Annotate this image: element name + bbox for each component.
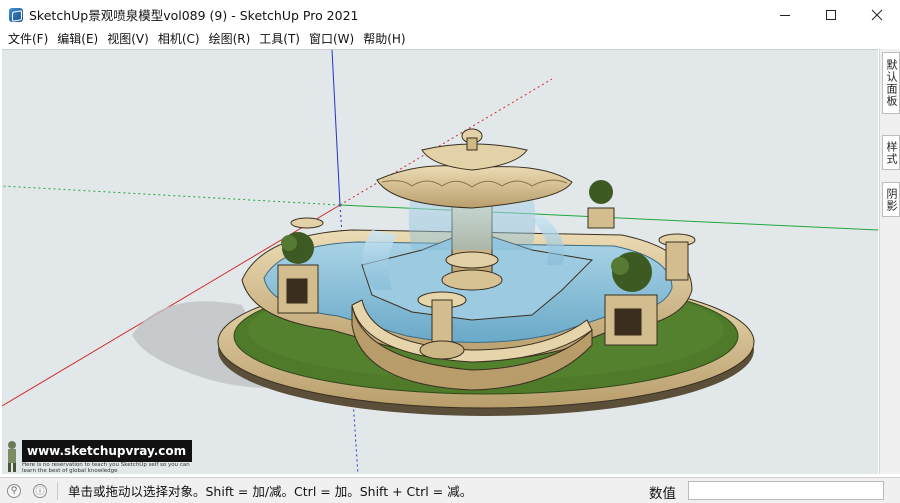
- menu-file[interactable]: 文件(F): [4, 30, 52, 47]
- tray-tab-shadows[interactable]: 阴影: [882, 182, 900, 217]
- status-divider: [57, 481, 58, 500]
- model-viewport[interactable]: [2, 49, 878, 474]
- info-icon[interactable]: ⓘ: [33, 483, 47, 498]
- front-pedestal: [419, 340, 465, 360]
- menu-help[interactable]: 帮助(H): [359, 30, 409, 47]
- geolocation-icon[interactable]: ⚲: [7, 483, 21, 498]
- status-hint: 单击或拖动以选择对象。Shift = 加/减。Ctrl = 加。Shift + …: [68, 484, 473, 499]
- watermark-site: www.sketchupvray.com: [22, 440, 192, 462]
- watermark-tagline: Here is no reservation to teach you Sket…: [22, 462, 190, 474]
- close-button[interactable]: [854, 0, 900, 29]
- menu-draw[interactable]: 绘图(R): [205, 30, 255, 47]
- right-planter-panel: [613, 307, 643, 337]
- maximize-button[interactable]: [808, 0, 854, 29]
- tray-tab-default-label: 默认面板: [885, 59, 898, 107]
- sketchup-logo-icon: [9, 7, 23, 22]
- tray-tab-styles[interactable]: 样式: [882, 135, 900, 170]
- left-planter-panel: [285, 277, 309, 305]
- fountain-model-scene: [2, 50, 878, 474]
- maximize-icon: [826, 9, 836, 20]
- menu-tools[interactable]: 工具(T): [255, 30, 304, 47]
- axis-blue: [331, 50, 341, 206]
- lower-tier: [376, 165, 573, 209]
- tray-tab-styles-label: 样式: [885, 140, 898, 165]
- left-urn: [290, 217, 324, 229]
- tray-tab-default[interactable]: 默认面板: [882, 52, 900, 114]
- left-shrub-2: [281, 235, 297, 251]
- tray-tab-shadows-label: 阴影: [885, 187, 898, 212]
- measurements-input[interactable]: [688, 481, 884, 500]
- window-controls: [762, 0, 900, 29]
- top-finial-stem: [466, 137, 478, 151]
- menu-camera[interactable]: 相机(C): [154, 30, 204, 47]
- axis-green-dotted: [2, 185, 341, 206]
- menu-view[interactable]: 视图(V): [103, 30, 153, 47]
- right-shrub-2: [611, 257, 629, 275]
- status-bar: ⚲ ⓘ 单击或拖动以选择对象。Shift = 加/减。Ctrl = 加。Shif…: [0, 477, 900, 503]
- measurements-label: 数值: [649, 486, 676, 502]
- minimize-button[interactable]: [762, 0, 808, 29]
- watermark-figure-icon: [8, 441, 16, 472]
- menu-window[interactable]: 窗口(W): [305, 30, 358, 47]
- window-title: SketchUp景观喷泉模型vol089 (9) - SketchUp Pro …: [29, 8, 359, 23]
- menu-bar: 文件(F) 编辑(E) 视图(V) 相机(C) 绘图(R) 工具(T) 窗口(W…: [0, 29, 900, 48]
- back-shrub: [589, 180, 613, 204]
- column-ring-2: [445, 251, 499, 269]
- menu-edit[interactable]: 编辑(E): [53, 30, 102, 47]
- close-icon: [871, 9, 883, 20]
- back-planter: [587, 207, 615, 229]
- column-ring-1: [441, 269, 503, 291]
- minimize-icon: [780, 14, 790, 16]
- title-bar: SketchUp景观喷泉模型vol089 (9) - SketchUp Pro …: [0, 0, 900, 29]
- default-tray: 默认面板 样式 阴影: [879, 49, 900, 474]
- right-urn-pedestal: [665, 241, 689, 281]
